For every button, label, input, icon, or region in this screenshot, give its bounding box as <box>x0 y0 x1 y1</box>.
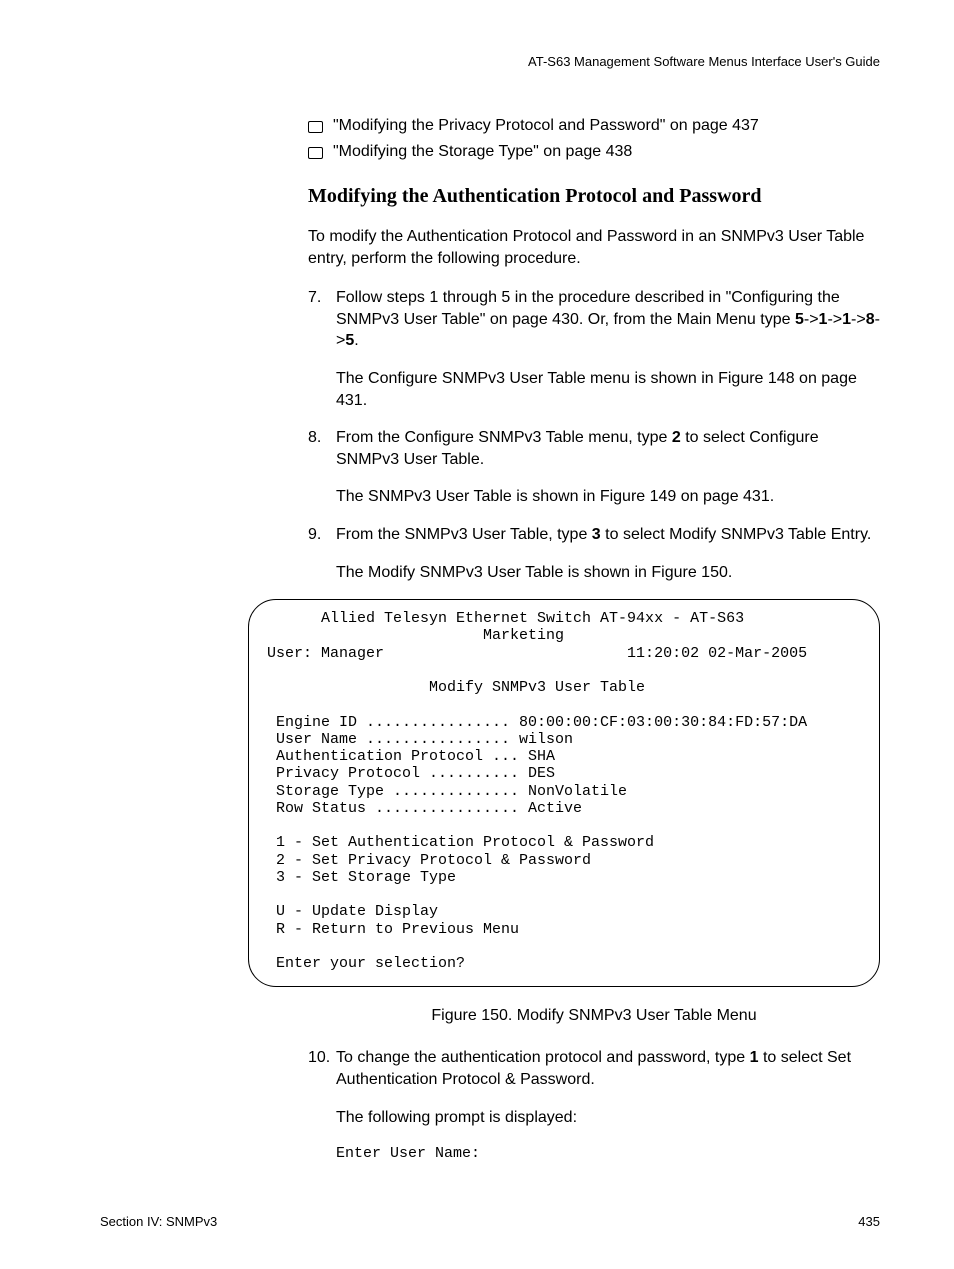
term-line: Row Status ................ Active <box>267 800 582 817</box>
bullet-icon <box>308 121 323 133</box>
bullet-text: "Modifying the Privacy Protocol and Pass… <box>333 117 759 135</box>
figure-caption: Figure 150. Modify SNMPv3 User Table Men… <box>308 1007 880 1025</box>
header-title: AT-S63 Management Software Menus Interfa… <box>528 54 880 69</box>
page-header: AT-S63 Management Software Menus Interfa… <box>100 54 880 69</box>
main-content: "Modifying the Privacy Protocol and Pass… <box>308 117 880 1164</box>
term-line: User: Manager 11:20:02 02-Mar-2005 <box>267 645 807 662</box>
term-line: R - Return to Previous Menu <box>267 921 519 938</box>
bullet-text: "Modifying the Storage Type" on page 438 <box>333 143 632 161</box>
step-number: 10. <box>308 1047 336 1164</box>
page-footer: Section IV: SNMPv3 435 <box>100 1214 880 1229</box>
text: -> <box>827 311 842 328</box>
step-body: From the SNMPv3 User Table, type 3 to se… <box>336 524 880 583</box>
text: Follow steps 1 through 5 in the procedur… <box>336 289 840 328</box>
text: The Configure SNMPv3 User Table menu is … <box>336 368 880 411</box>
term-line: 1 - Set Authentication Protocol & Passwo… <box>267 834 654 851</box>
text: The SNMPv3 User Table is shown in Figure… <box>336 486 880 508</box>
key: 3 <box>592 526 601 543</box>
step-number: 8. <box>308 427 336 508</box>
term-line: Modify SNMPv3 User Table <box>267 679 645 696</box>
step-9: 9. From the SNMPv3 User Table, type 3 to… <box>308 524 880 583</box>
term-line: 2 - Set Privacy Protocol & Password <box>267 852 591 869</box>
text: From the SNMPv3 User Table, type <box>336 526 592 543</box>
term-line: Engine ID ................ 80:00:00:CF:0… <box>267 714 807 731</box>
key: 5 <box>345 332 354 349</box>
key: 1 <box>842 311 851 328</box>
bullet-item: "Modifying the Storage Type" on page 438 <box>308 143 880 161</box>
terminal-figure: Allied Telesyn Ethernet Switch AT-94xx -… <box>248 599 880 987</box>
intro-paragraph: To modify the Authentication Protocol an… <box>308 226 880 269</box>
terminal-box: Allied Telesyn Ethernet Switch AT-94xx -… <box>248 599 880 987</box>
step-7: 7. Follow steps 1 through 5 in the proce… <box>308 287 880 411</box>
text: From the Configure SNMPv3 Table menu, ty… <box>336 429 672 446</box>
term-line: Privacy Protocol .......... DES <box>267 765 555 782</box>
step-8: 8. From the Configure SNMPv3 Table menu,… <box>308 427 880 508</box>
footer-right: 435 <box>858 1214 880 1229</box>
term-line: Marketing <box>267 627 564 644</box>
term-line: Allied Telesyn Ethernet Switch AT-94xx -… <box>267 610 744 627</box>
bullet-item: "Modifying the Privacy Protocol and Pass… <box>308 117 880 135</box>
step-number: 7. <box>308 287 336 411</box>
step-body: From the Configure SNMPv3 Table menu, ty… <box>336 427 880 508</box>
text: -> <box>851 311 866 328</box>
text: to select Modify SNMPv3 Table Entry. <box>601 526 872 543</box>
page: AT-S63 Management Software Menus Interfa… <box>0 0 954 1269</box>
text: To change the authentication protocol an… <box>336 1049 750 1066</box>
term-line: Enter your selection? <box>267 955 465 972</box>
term-line: Storage Type .............. NonVolatile <box>267 783 627 800</box>
terminal-prompt: Enter User Name: <box>336 1144 880 1164</box>
term-line: U - Update Display <box>267 903 438 920</box>
bullet-icon <box>308 147 323 159</box>
text: . <box>354 332 358 349</box>
step-number: 9. <box>308 524 336 583</box>
key: 2 <box>672 429 681 446</box>
text: -> <box>804 311 819 328</box>
key: 5 <box>795 311 804 328</box>
term-line: User Name ................ wilson <box>267 731 573 748</box>
term-line: 3 - Set Storage Type <box>267 869 456 886</box>
term-line: Authentication Protocol ... SHA <box>267 748 555 765</box>
section-heading: Modifying the Authentication Protocol an… <box>308 185 880 208</box>
key: 1 <box>750 1049 759 1066</box>
bullet-list: "Modifying the Privacy Protocol and Pass… <box>308 117 880 161</box>
step-body: Follow steps 1 through 5 in the procedur… <box>336 287 880 411</box>
key: 8 <box>866 311 875 328</box>
step-body: To change the authentication protocol an… <box>336 1047 880 1164</box>
step-10: 10. To change the authentication protoco… <box>308 1047 880 1164</box>
text: The following prompt is displayed: <box>336 1107 880 1129</box>
text: The Modify SNMPv3 User Table is shown in… <box>336 562 880 584</box>
footer-left: Section IV: SNMPv3 <box>100 1214 217 1229</box>
